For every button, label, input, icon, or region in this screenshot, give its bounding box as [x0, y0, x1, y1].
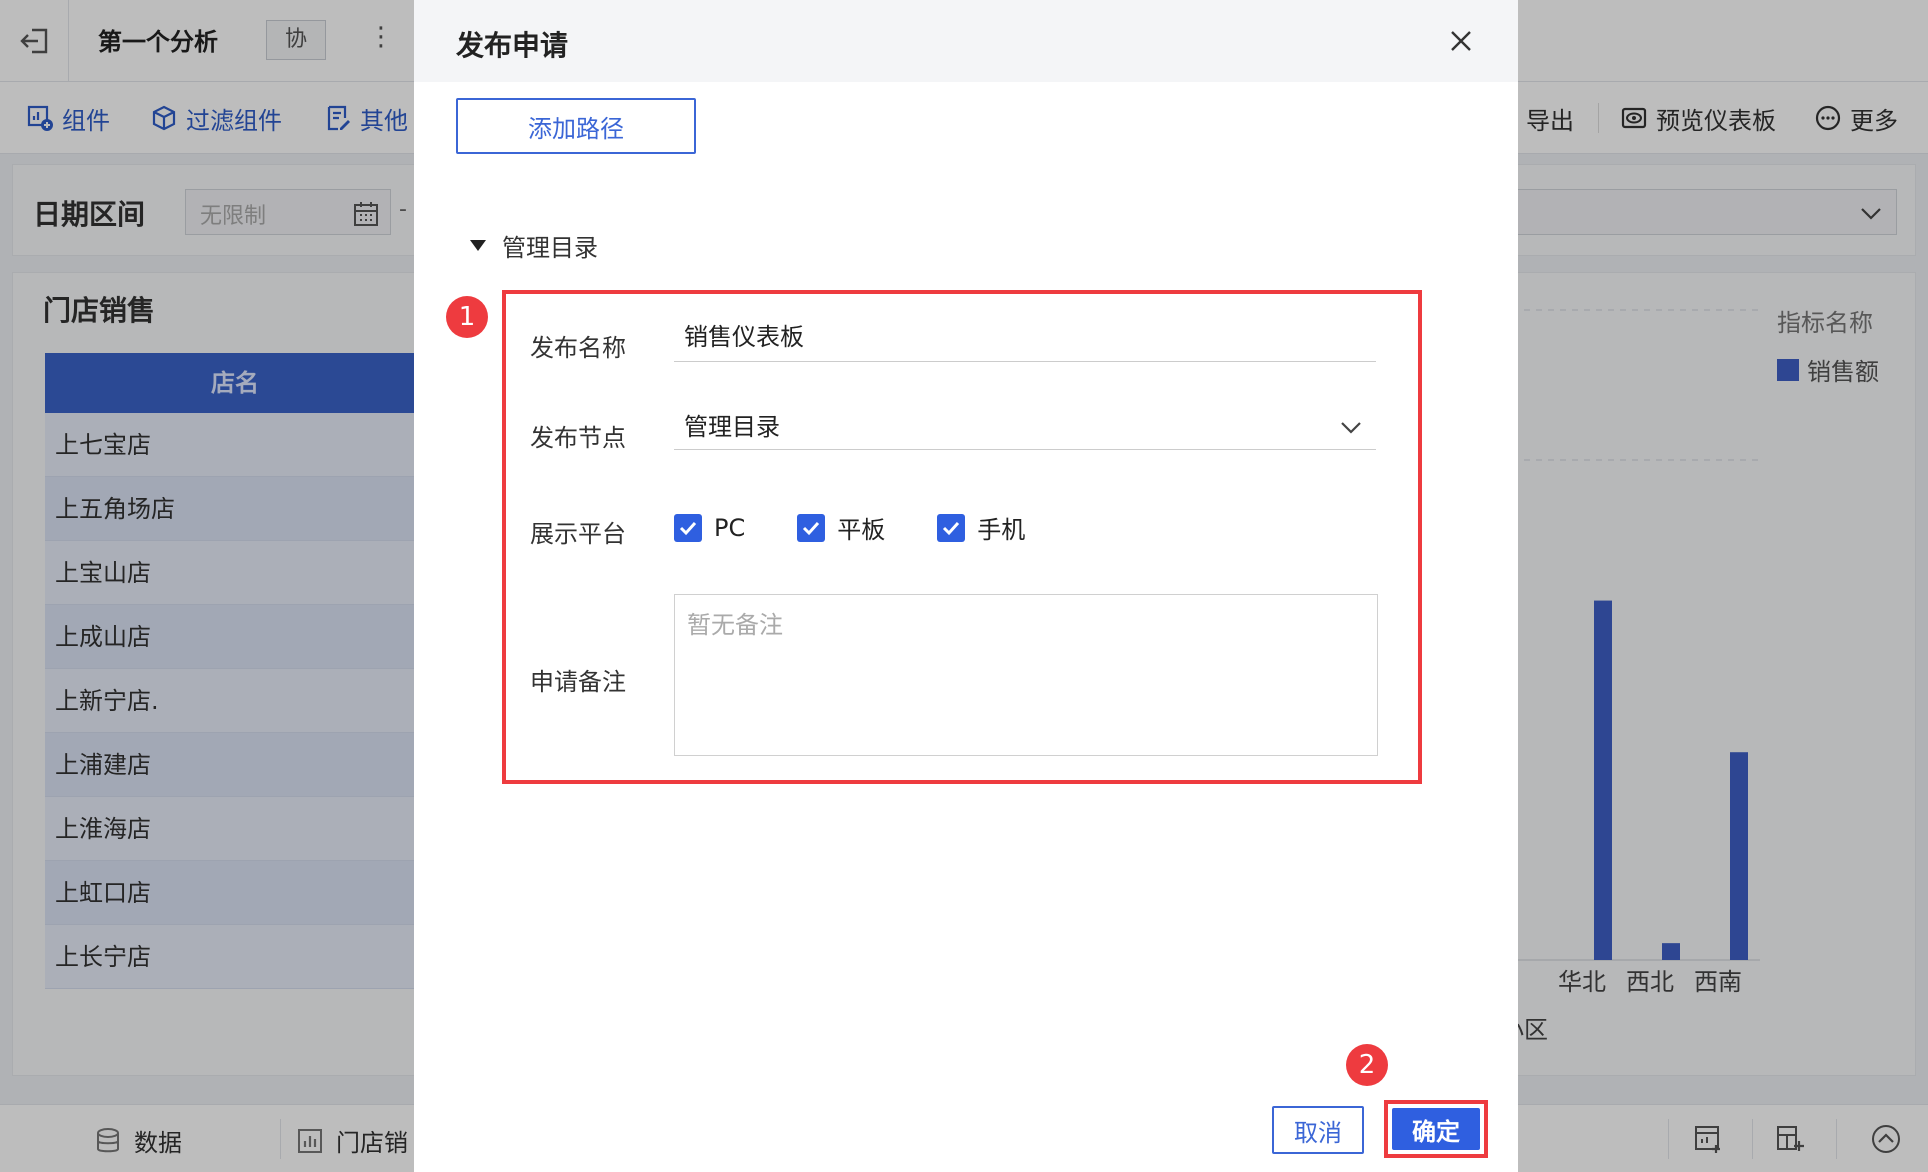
- caret-down-icon[interactable]: [470, 240, 486, 251]
- dialog-title: 发布申请: [456, 29, 569, 62]
- note-field[interactable]: [674, 594, 1378, 756]
- note-label: 申请备注: [530, 668, 626, 696]
- checkbox-checked-icon[interactable]: [674, 513, 702, 542]
- tree-node-manage-directory[interactable]: 管理目录: [470, 228, 598, 263]
- step-badge-1: 1: [446, 296, 488, 338]
- checkbox-label: PC: [714, 513, 746, 542]
- step-badge-2: 2: [1346, 1044, 1388, 1086]
- publish-form: 发布名称 发布节点 管理目录 展示平台 PC 平板 手机 申请备注: [502, 290, 1422, 784]
- publish-name-input[interactable]: [684, 320, 1324, 348]
- checkbox-tablet[interactable]: 平板: [797, 510, 885, 545]
- dialog-header: 发布申请: [414, 0, 1518, 82]
- publish-node-select[interactable]: 管理目录: [674, 408, 1376, 450]
- checkbox-checked-icon[interactable]: [937, 513, 966, 542]
- publish-node-label: 发布节点: [530, 424, 626, 452]
- platform-checkboxes: PC 平板 手机: [674, 510, 1025, 545]
- checkbox-label: 平板: [837, 516, 886, 544]
- close-icon[interactable]: [1446, 26, 1476, 56]
- checkbox-phone[interactable]: 手机: [937, 510, 1025, 545]
- confirm-button[interactable]: 确定: [1392, 1108, 1480, 1150]
- note-textarea[interactable]: [675, 595, 1377, 755]
- cancel-button[interactable]: 取消: [1272, 1106, 1364, 1154]
- publish-request-dialog: 发布申请 添加路径 管理目录 1 发布名称 发布节点 管理目录 展示平台 PC …: [414, 0, 1518, 1172]
- checkbox-checked-icon[interactable]: [797, 513, 826, 542]
- add-path-button[interactable]: 添加路径: [456, 98, 696, 154]
- publish-name-field[interactable]: [674, 320, 1376, 362]
- publish-node-value: 管理目录: [684, 413, 780, 441]
- checkbox-pc[interactable]: PC: [674, 510, 745, 545]
- chevron-down-icon: [1341, 422, 1361, 434]
- publish-name-label: 发布名称: [530, 334, 626, 362]
- confirm-highlight: 确定: [1384, 1100, 1488, 1158]
- platform-label: 展示平台: [530, 520, 626, 548]
- tree-node-label: 管理目录: [502, 234, 598, 262]
- checkbox-label: 手机: [977, 516, 1026, 544]
